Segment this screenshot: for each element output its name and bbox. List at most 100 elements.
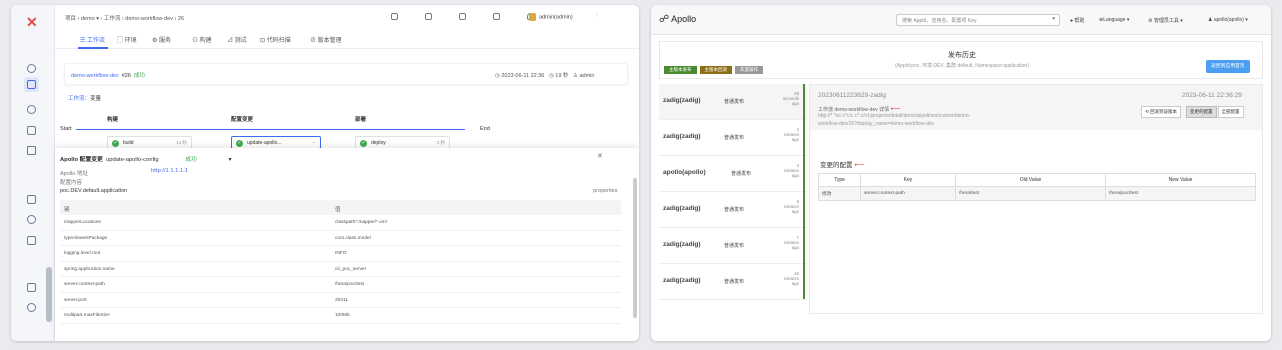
breadcrumb-item[interactable]: demo <box>81 16 95 22</box>
breadcrumb-item[interactable]: 项目 <box>65 16 76 22</box>
zadig-window: ✕ 项目 › demo ▾ › 工作流 › demo-workflow-dev … <box>11 5 639 341</box>
page-header: 发布历史 (AppId:poc, 环境:DEV, 集群:default, Nam… <box>659 41 1263 79</box>
tab-workflow[interactable]: ☰ 工作流 <box>80 35 105 44</box>
history-time-ago: 2 minutes ago <box>784 127 799 143</box>
history-item[interactable]: zadig(zadig) 普通发布 2 minutes ago <box>659 120 807 156</box>
tab-environment[interactable]: ▢ 环境 <box>117 35 137 44</box>
task-name[interactable]: demo-workflow-dev <box>71 73 119 79</box>
monitor-icon[interactable] <box>27 232 36 250</box>
tab-label: 服务 <box>159 38 172 44</box>
history-item[interactable]: zadig(zadig) 普通发布 7 minutes ago <box>659 228 807 264</box>
config-key: multipart.maxFileSize <box>64 313 110 318</box>
table-row: spring.application.name cit_poc_server <box>60 262 621 277</box>
close-icon[interactable]: ✕ <box>597 152 603 160</box>
tab-version[interactable]: ⊘ 版本管理 <box>310 35 342 44</box>
history-user: zadig(zadig) <box>663 277 701 284</box>
release-comment-line2[interactable]: http://* *ac·c*c/c c*:c/v1/projects/deta… <box>818 113 970 119</box>
user-menu[interactable]: admin(admin) ⋮ <box>529 13 600 21</box>
table-row: server.context-path/hera/poc/test <box>60 277 621 293</box>
workflow-icon[interactable] <box>27 142 36 160</box>
active-tab-indicator <box>78 47 108 49</box>
job-duration: 3 秒 <box>436 140 445 145</box>
nav-admin-tools[interactable]: ⚙ 管理员工具 ▾ <box>1148 17 1183 24</box>
settings-icon[interactable] <box>27 279 36 297</box>
release-actions: ⟲ 回滚到该版本 变更的配置 全部配置 <box>1141 106 1244 118</box>
task-title: demo-workflow-dev #26 成功 <box>71 71 145 79</box>
history-user: zadig(zadig) <box>663 205 701 212</box>
history-item[interactable]: zadig(zadig) 普通发布 58 seconds ago <box>659 84 807 120</box>
stage-title: 部署 <box>355 117 367 123</box>
history-type: 普通发布 <box>731 171 752 177</box>
breadcrumb-item[interactable]: 工作流 <box>104 16 121 22</box>
apollo-brand[interactable]: ☍ Apollo <box>659 14 696 25</box>
tab-label: 工作流 <box>87 38 106 44</box>
user-avatar-icon <box>529 13 536 21</box>
legend: 主版本发布 主版本回滚 灰度操作 <box>664 66 763 74</box>
nav-help[interactable]: ● 帮助 <box>1070 17 1084 24</box>
history-item[interactable]: zadig(zadig) 普通发布 16 minutes ago <box>659 264 807 300</box>
nav-language[interactable]: ⊕Language ▾ <box>1099 17 1129 23</box>
rollback-button[interactable]: ⟲ 回滚到该版本 <box>1141 106 1182 118</box>
history-items: zadig(zadig) 普通发布 58 seconds ago zadig(zadig)… <box>659 84 807 300</box>
history-item[interactable]: apollo(apollo) 普通发布 3 minutes ago <box>659 156 807 192</box>
breadcrumb-item[interactable]: demo-workflow-dev <box>125 16 173 22</box>
project-icon[interactable] <box>24 77 39 92</box>
release-history-list: zadig(zadig) 普通发布 58 seconds ago zadig(zadig)… <box>659 84 807 324</box>
column-header-key: 键 <box>64 207 70 213</box>
column-header: Type <box>818 173 861 187</box>
time-ago-part: ago <box>791 281 799 287</box>
history-user: zadig(zadig) <box>663 241 701 248</box>
table-row: typeAliasesPackage com.class.model <box>60 231 621 246</box>
pipeline-start: Start <box>60 126 72 132</box>
scrollbar[interactable] <box>633 178 637 318</box>
service-icon[interactable] <box>27 122 36 140</box>
more-icon[interactable]: ⋮ <box>594 14 600 20</box>
tab-service[interactable]: ⚙ 服务 <box>152 35 171 44</box>
namespace-format: properties <box>593 188 618 194</box>
message-icon[interactable] <box>493 13 500 20</box>
pipeline-connector <box>325 129 465 130</box>
table-row: 修改 server.context-path /hera/test /hera/… <box>818 186 1256 201</box>
tab-label: 环境 <box>124 38 137 44</box>
apollo-navbar: ☍ Apollo 搜索 AppId、应用名、配置项 Key ▾ ● 帮助 ⊕La… <box>651 5 1271 35</box>
delivery-icon[interactable] <box>27 211 36 229</box>
history-user: zadig(zadig) <box>663 97 701 104</box>
brand-name: Apollo <box>671 14 697 24</box>
tab-label: 构建 <box>199 38 212 44</box>
back-to-app-button[interactable]: 返回到应用首页 <box>1206 60 1250 73</box>
table-row: logging.level.root INFO <box>60 246 621 262</box>
dropdown-icon[interactable]: ▾ <box>228 157 231 163</box>
release-comment-line3[interactable]: workflow-dev/26?display_name=demo-workfl… <box>818 121 934 127</box>
environment-icon[interactable] <box>27 101 36 119</box>
nav-user[interactable]: ♟ apollo(apollo) ▾ <box>1208 17 1248 23</box>
all-config-tab[interactable]: 全部配置 <box>1217 106 1244 118</box>
doc-icon[interactable] <box>425 13 432 20</box>
sidebar-scrollbar[interactable] <box>46 267 52 322</box>
tab-test[interactable]: ⊿ 测试 <box>227 35 247 44</box>
plugin-icon[interactable] <box>459 13 466 20</box>
column-header: Old Value <box>955 173 1106 187</box>
apollo-address-link[interactable]: http://1 1.1.1:1 <box>151 168 188 174</box>
search-placeholder: 搜索 AppId、应用名、配置项 Key <box>902 18 977 24</box>
history-item[interactable]: zadig(zadig) 普通发布 5 minutes ago <box>659 192 807 228</box>
detail-status: 成功 <box>185 157 197 163</box>
pipeline-connector <box>105 129 215 130</box>
job-name: update-apollo... <box>247 139 282 146</box>
tab-scan[interactable]: ⊡ 代码扫描 <box>260 35 291 44</box>
job-duration: 14 秒 <box>176 140 187 145</box>
workflow-value[interactable]: 变量 <box>90 96 101 102</box>
config-value: /hera/poc/test <box>335 282 365 287</box>
stats-icon[interactable] <box>27 299 36 317</box>
changes-table: Type Key Old Value New Value 修改 server.c… <box>818 173 1256 201</box>
download-icon[interactable] <box>391 13 398 20</box>
release-datetime: 2023-06-11 22:36:29 <box>1182 92 1242 99</box>
changed-config-tab[interactable]: 变更的配置 <box>1186 106 1217 118</box>
job-name: deploy <box>371 140 386 146</box>
apollo-search-input[interactable]: 搜索 AppId、应用名、配置项 Key ▾ <box>896 14 1060 26</box>
home-icon[interactable] <box>27 60 36 78</box>
data-icon[interactable] <box>27 191 36 209</box>
breadcrumb-item[interactable]: 26 <box>178 16 184 22</box>
tab-build[interactable]: ⊙ 构建 <box>192 35 212 44</box>
history-time-ago: 58 seconds ago <box>783 91 799 107</box>
release-detail: 20230611223629-zadig 2023-06-11 22:36:29… <box>809 84 1263 314</box>
